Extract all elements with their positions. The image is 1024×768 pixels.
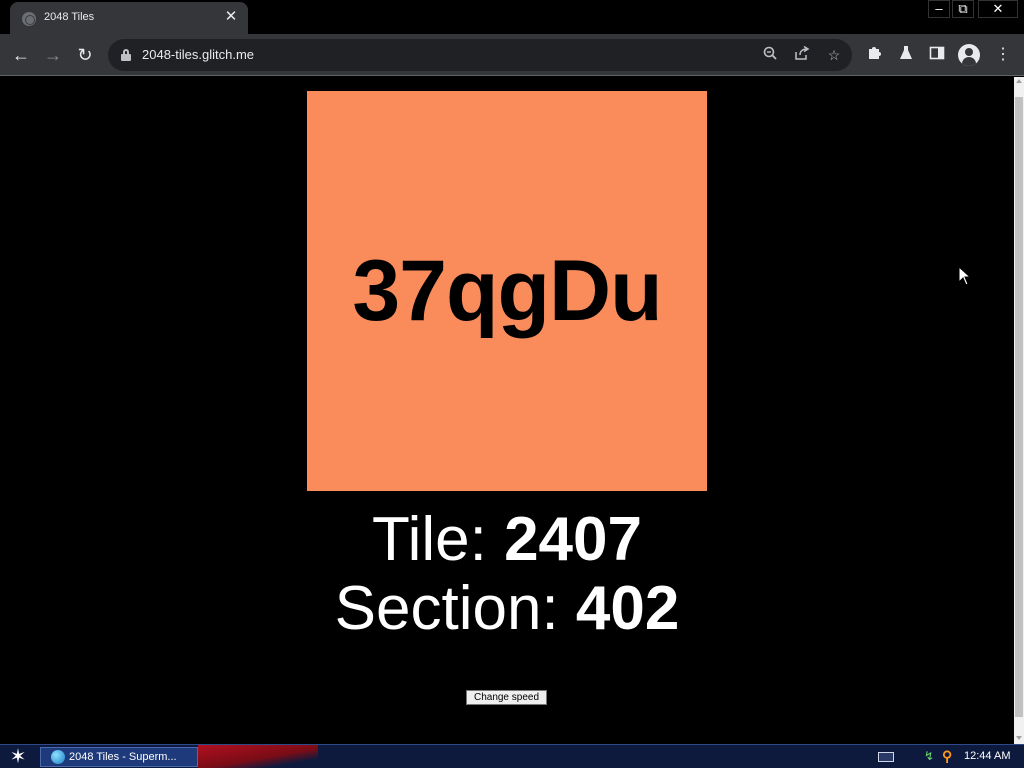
- section-label: Section:: [334, 574, 576, 643]
- taskbar-item-label: 2048 Tiles - Superm...: [69, 751, 177, 763]
- tile-text: 37qgDu: [352, 242, 662, 339]
- color-tile: 37qgDu: [307, 91, 707, 491]
- taskbar-clock[interactable]: 12:44 AM: [964, 750, 1010, 762]
- browser-toolbar: ← → ↻ 2048-tiles.glitch.me ☆ ⋮: [0, 34, 1024, 76]
- bookmark-star-icon[interactable]: ☆: [824, 45, 844, 65]
- tile-label: Tile:: [372, 505, 505, 574]
- os-taskbar: ✶ 2048 Tiles - Superm... ↯ ⚲ 12:44 AM: [0, 744, 1024, 768]
- tile-counter: Tile: 2407: [200, 505, 814, 575]
- tab-close-icon[interactable]: ✕: [222, 8, 240, 26]
- puzzle-icon[interactable]: [864, 45, 884, 65]
- page-content: 37qgDu Tile: 2407 Section: 402 Change sp…: [0, 77, 1014, 744]
- keyboard-tray-icon[interactable]: [878, 752, 894, 762]
- lock-icon[interactable]: [121, 49, 131, 61]
- reload-icon[interactable]: ↻: [73, 43, 97, 67]
- browser-globe-icon: [51, 750, 65, 764]
- scroll-thumb[interactable]: [1015, 97, 1023, 717]
- browser-tab[interactable]: 2048 Tiles ✕: [10, 2, 248, 34]
- section-number: 402: [575, 574, 680, 643]
- browser-title-bar: 2048 Tiles ✕ – ⧉ ✕: [0, 0, 1024, 34]
- back-arrow-icon[interactable]: ←: [9, 43, 33, 67]
- network-tray-icon[interactable]: ↯: [924, 749, 938, 763]
- window-restore-button[interactable]: ⧉: [952, 0, 974, 18]
- side-panel-icon[interactable]: [927, 45, 947, 65]
- start-star-icon[interactable]: ✶: [6, 746, 30, 768]
- taskbar-item-browser[interactable]: 2048 Tiles - Superm...: [40, 747, 198, 767]
- search-tray-icon[interactable]: ⚲: [942, 748, 958, 764]
- tab-title: 2048 Tiles: [44, 11, 95, 23]
- share-icon[interactable]: [792, 45, 812, 65]
- kebab-menu-icon[interactable]: ⋮: [993, 45, 1013, 65]
- wallpaper-flag-decoration: [198, 745, 318, 768]
- globe-favicon-icon: [22, 12, 36, 26]
- zoom-icon[interactable]: [760, 45, 780, 65]
- tile-number: 2407: [504, 505, 642, 574]
- forward-arrow-icon[interactable]: →: [41, 43, 65, 67]
- profile-avatar-icon[interactable]: [958, 44, 980, 66]
- mouse-cursor-icon: [958, 266, 972, 286]
- flask-icon[interactable]: [896, 45, 916, 65]
- window-close-button[interactable]: ✕: [978, 0, 1018, 18]
- page-scrollbar[interactable]: [1014, 77, 1024, 744]
- change-speed-button[interactable]: Change speed: [466, 690, 547, 705]
- window-minimize-button[interactable]: –: [928, 0, 950, 18]
- scroll-down-arrow-icon[interactable]: [1016, 736, 1022, 740]
- address-bar[interactable]: 2048-tiles.glitch.me ☆: [108, 39, 852, 71]
- scroll-up-arrow-icon[interactable]: [1016, 79, 1022, 83]
- section-counter: Section: 402: [200, 574, 814, 644]
- url-text[interactable]: 2048-tiles.glitch.me: [142, 47, 254, 62]
